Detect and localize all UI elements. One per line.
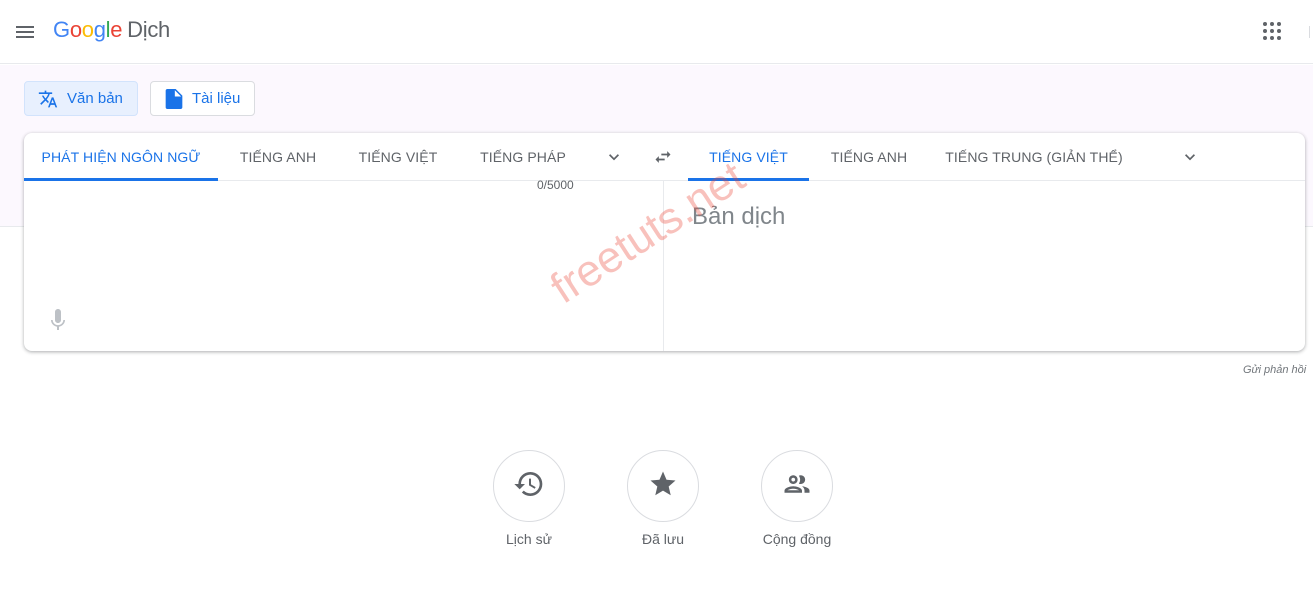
saved-label: Đã lưu — [641, 531, 685, 547]
translate-icon — [38, 89, 58, 109]
target-tab-chinese-simplified[interactable]: TIẾNG TRUNG (GIẢN THỂ) — [929, 133, 1139, 181]
translation-card: PHÁT HIỆN NGÔN NGỮ TIẾNG ANH TIẾNG VIỆT … — [24, 133, 1305, 351]
document-mode-label: Tài liệu — [192, 90, 241, 107]
panel-divider — [663, 181, 664, 351]
target-tab-vietnamese[interactable]: TIẾNG VIỆT — [688, 133, 809, 181]
source-tab-english[interactable]: TIẾNG ANH — [218, 133, 338, 181]
star-icon — [648, 469, 678, 504]
send-feedback-link[interactable]: Gửi phản hồi — [1243, 364, 1306, 376]
logo-letter: e — [110, 17, 123, 42]
target-tab-english[interactable]: TIẾNG ANH — [809, 133, 929, 181]
logo-letter: o — [69, 17, 82, 42]
language-bar: PHÁT HIỆN NGÔN NGỮ TIẾNG ANH TIẾNG VIỆT … — [24, 133, 1305, 181]
source-tab-vietnamese[interactable]: TIẾNG VIỆT — [338, 133, 458, 181]
source-text-input[interactable] — [48, 201, 638, 301]
community-label: Cộng đồng — [762, 531, 832, 547]
target-language-more-icon[interactable] — [1180, 147, 1200, 167]
source-tab-detect-language[interactable]: PHÁT HIỆN NGÔN NGỮ — [24, 133, 218, 181]
saved-button[interactable] — [627, 450, 699, 522]
app-name: Dịch — [127, 17, 170, 42]
translation-output-placeholder: Bản dịch — [692, 203, 786, 230]
google-apps-icon[interactable] — [1263, 22, 1283, 42]
community-button[interactable] — [761, 450, 833, 522]
text-mode-button[interactable]: Văn bản — [24, 81, 138, 116]
google-translate-logo[interactable]: Google Dịch — [53, 17, 170, 43]
microphone-icon[interactable] — [50, 309, 70, 333]
top-app-bar: Google Dịch — [0, 0, 1313, 64]
history-label: Lịch sử — [506, 531, 552, 547]
document-mode-button[interactable]: Tài liệu — [150, 81, 255, 116]
logo-letter: G — [53, 17, 70, 42]
text-mode-label: Văn bản — [67, 90, 123, 107]
source-tab-french[interactable]: TIẾNG PHÁP — [458, 133, 588, 181]
logo-letter: g — [93, 17, 106, 42]
character-counter: 0/5000 — [537, 178, 574, 192]
history-icon — [513, 468, 545, 505]
history-button[interactable] — [493, 450, 565, 522]
logo-letter: o — [81, 17, 94, 42]
community-icon — [782, 469, 812, 504]
source-language-more-icon[interactable] — [604, 147, 624, 167]
swap-languages-icon[interactable] — [652, 147, 674, 167]
source-panel — [24, 181, 663, 351]
document-icon — [165, 88, 183, 109]
main-menu-icon[interactable] — [10, 17, 40, 47]
account-edge — [1309, 26, 1313, 38]
